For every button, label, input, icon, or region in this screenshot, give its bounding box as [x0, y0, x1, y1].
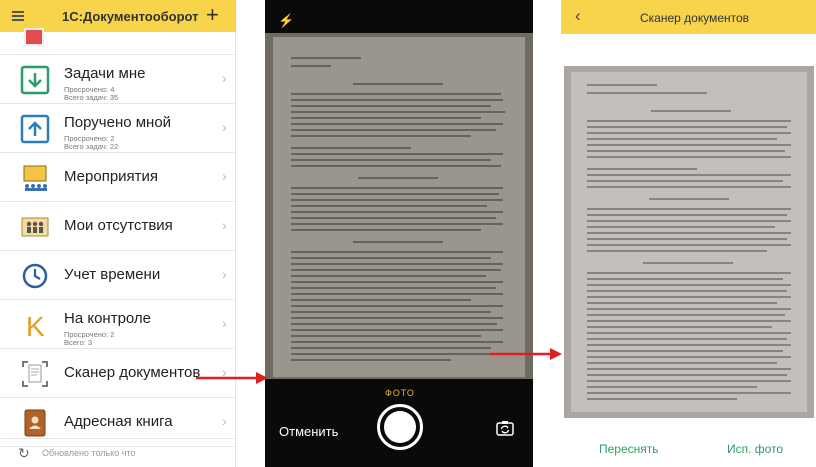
menu-item-tasks-to-me[interactable]: Задачи мне Просрочено: 4 Всего задач: 35…	[0, 55, 236, 104]
scanner-icon	[20, 359, 50, 389]
app-title: 1С:Документооборот	[62, 9, 199, 24]
flash-icon[interactable]: ⚡	[278, 13, 294, 29]
list-item-partial[interactable]	[0, 28, 236, 55]
menu-item-label: Задачи мне	[64, 65, 146, 82]
use-photo-button[interactable]: Исп. фото	[727, 442, 783, 456]
camera-screen: ⚡ ФОТО Отменить	[265, 0, 533, 467]
menu-item-my-absences[interactable]: Мои отсутствия ›	[0, 202, 236, 251]
scanned-document-image	[571, 72, 807, 412]
update-status: Обновлено только что	[42, 448, 136, 458]
download-task-icon	[20, 65, 50, 95]
chevron-right-icon: ›	[222, 266, 227, 282]
menu-item-label: Адресная книга	[64, 413, 173, 430]
total-count: Всего задач: 22	[64, 142, 119, 151]
total-count: Всего: 3	[64, 338, 93, 347]
menu-item-events[interactable]: Мероприятия ›	[0, 153, 236, 202]
menu-item-time-tracking[interactable]: Учет времени ›	[0, 251, 236, 300]
menu-item-label: Сканер документов	[64, 364, 201, 381]
chevron-right-icon: ›	[222, 70, 227, 86]
chevron-right-icon: ›	[222, 168, 227, 184]
hamburger-menu-icon[interactable]	[12, 11, 24, 21]
menu-item-assigned-by-me[interactable]: Поручено мной Просрочено: 2 Всего задач:…	[0, 104, 236, 153]
scanned-photo	[564, 66, 814, 418]
upload-task-icon	[20, 114, 50, 144]
chevron-right-icon: ›	[222, 413, 227, 429]
address-book-icon	[20, 408, 50, 438]
presentation-icon	[20, 163, 50, 193]
svg-text:K: K	[26, 311, 45, 340]
add-icon[interactable]: +	[206, 3, 219, 27]
chevron-right-icon: ›	[222, 119, 227, 135]
list-footer: ↻ Обновлено только что	[0, 438, 236, 467]
menu-item-label: Поручено мной	[64, 114, 172, 131]
flow-arrow-icon	[490, 348, 562, 360]
scanner-screen: ‹ Сканер документов Переснять Исп. фото	[561, 0, 816, 467]
flow-arrow-icon	[196, 372, 268, 384]
retake-button[interactable]: Переснять	[599, 442, 659, 456]
shutter-inner	[384, 411, 416, 443]
absence-people-icon	[20, 212, 50, 242]
document-preview-image	[273, 37, 525, 377]
camera-mode-label[interactable]: ФОТО	[385, 388, 415, 398]
shutter-button[interactable]	[377, 404, 423, 450]
page-title: Сканер документов	[640, 11, 750, 25]
menu-item-label: Мои отсутствия	[64, 217, 173, 234]
bag-icon	[24, 28, 44, 46]
back-icon[interactable]: ‹	[575, 6, 581, 26]
chevron-right-icon: ›	[222, 315, 227, 331]
menu-item-label: Мероприятия	[64, 168, 159, 185]
menu-item-on-control[interactable]: K На контроле Просрочено: 2 Всего: 3 ›	[0, 300, 236, 349]
chevron-right-icon: ›	[222, 217, 227, 233]
camera-viewfinder	[265, 33, 533, 379]
menu-item-label: Учет времени	[64, 266, 161, 283]
refresh-icon[interactable]: ↻	[18, 445, 30, 462]
scanner-header: ‹ Сканер документов	[561, 0, 816, 34]
control-k-icon: K	[20, 310, 50, 342]
cancel-button[interactable]: Отменить	[279, 424, 338, 439]
menu-item-label: На контроле	[64, 310, 152, 327]
app-screen: 1С:Документооборот + Задачи мне Просроче…	[0, 0, 236, 467]
switch-camera-icon[interactable]	[496, 420, 514, 436]
clock-icon	[20, 261, 50, 291]
total-count: Всего задач: 35	[64, 93, 119, 102]
